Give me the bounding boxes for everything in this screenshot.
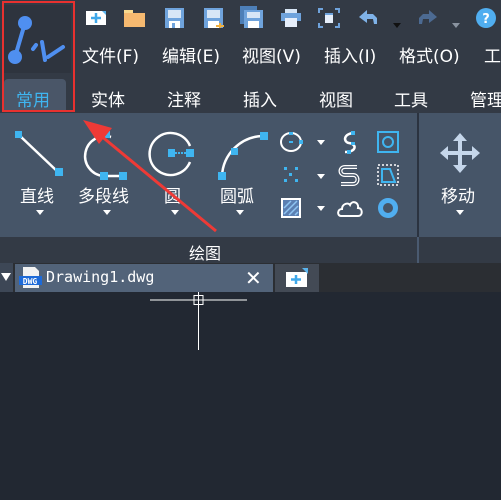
move-tool-button[interactable]: 移动 bbox=[432, 125, 488, 220]
panel-title-separator bbox=[417, 237, 419, 263]
close-tab-icon[interactable]: ✕ bbox=[245, 266, 262, 290]
donut-tool-button[interactable] bbox=[376, 196, 400, 220]
spline-tool-button[interactable] bbox=[337, 130, 363, 156]
dropdown-triangle-icon bbox=[1, 273, 11, 281]
undo-icon[interactable] bbox=[357, 4, 381, 28]
open-folder-icon[interactable] bbox=[122, 4, 146, 28]
new-file-icon bbox=[286, 268, 308, 287]
menu-insert[interactable]: 插入(I) bbox=[324, 42, 376, 67]
panel-title-bar bbox=[0, 237, 501, 263]
wipeout-tool-button[interactable] bbox=[376, 163, 400, 187]
circle-dropdown-icon[interactable] bbox=[171, 210, 179, 215]
polyline-tool-label: 多段线 bbox=[78, 187, 129, 207]
revcloud-tool-button[interactable] bbox=[337, 196, 363, 220]
revcloud-s-icon bbox=[338, 165, 360, 186]
tab-solid[interactable]: 实体 bbox=[91, 86, 125, 111]
menu-file[interactable]: 文件(F) bbox=[82, 42, 139, 67]
arc-dropdown-icon[interactable] bbox=[236, 210, 244, 215]
circle-icon bbox=[148, 131, 194, 177]
tab-annotate[interactable]: 注释 bbox=[167, 86, 201, 111]
menu-bar: 文件(F) 编辑(E) 视图(V) 插入(I) 格式(O) 工 bbox=[0, 36, 501, 72]
document-list-button[interactable] bbox=[0, 263, 13, 292]
point-tool-button[interactable] bbox=[279, 163, 307, 187]
ellipse-dropdown-icon[interactable] bbox=[317, 140, 325, 145]
save-all-icon[interactable] bbox=[239, 4, 263, 28]
move-tool-label: 移动 bbox=[441, 187, 475, 207]
revcloud-icon bbox=[337, 201, 363, 217]
revcloud-s-tool-button[interactable] bbox=[337, 163, 363, 189]
svg-text:?: ? bbox=[482, 12, 490, 27]
polyline-dropdown-icon[interactable] bbox=[103, 210, 111, 215]
wipeout-icon bbox=[377, 164, 399, 186]
redo-icon[interactable] bbox=[415, 4, 439, 28]
new-document-tab-button[interactable] bbox=[275, 264, 319, 292]
tab-view[interactable]: 视图 bbox=[319, 86, 353, 111]
save-as-icon[interactable] bbox=[201, 4, 225, 30]
crosshair-cursor-icon bbox=[150, 292, 247, 350]
zoom-extents-icon[interactable] bbox=[316, 4, 340, 28]
hatch-dropdown-icon[interactable] bbox=[317, 206, 325, 211]
quick-access-toolbar: ? bbox=[0, 0, 501, 34]
menu-format[interactable]: 格式(O) bbox=[399, 42, 460, 67]
hatch-tool-button[interactable] bbox=[279, 196, 307, 220]
line-dropdown-icon[interactable] bbox=[36, 210, 44, 215]
polyline-icon bbox=[83, 131, 127, 180]
menu-tools[interactable]: 工 bbox=[484, 42, 501, 67]
move-dropdown-icon[interactable] bbox=[456, 210, 464, 215]
redo-dropdown-icon[interactable] bbox=[452, 14, 460, 33]
dwg-file-icon: DWG bbox=[19, 267, 42, 288]
arc-icon bbox=[218, 132, 268, 180]
new-file-icon[interactable] bbox=[83, 4, 107, 28]
menu-edit[interactable]: 编辑(E) bbox=[162, 42, 220, 67]
tab-tools[interactable]: 工具 bbox=[394, 86, 428, 111]
line-icon bbox=[15, 131, 63, 176]
print-icon[interactable] bbox=[278, 4, 302, 28]
hatch-icon bbox=[281, 198, 301, 218]
line-tool-label: 直线 bbox=[20, 187, 54, 207]
tab-manage[interactable]: 管理 bbox=[470, 86, 501, 111]
tab-insert[interactable]: 插入 bbox=[243, 86, 277, 111]
help-icon[interactable]: ? bbox=[474, 4, 498, 28]
spline-icon bbox=[343, 131, 356, 154]
circle-tool-label: 圆 bbox=[164, 187, 181, 207]
drawing-canvas[interactable] bbox=[0, 292, 501, 500]
region-icon bbox=[377, 131, 399, 153]
menu-view[interactable]: 视图(V) bbox=[242, 42, 301, 67]
arc-tool-label: 圆弧 bbox=[220, 187, 254, 207]
document-tab-title: Drawing1.dwg bbox=[46, 268, 155, 286]
save-icon[interactable] bbox=[162, 4, 186, 28]
point-dropdown-icon[interactable] bbox=[317, 174, 325, 179]
donut-icon bbox=[378, 198, 398, 218]
ellipse-icon bbox=[280, 132, 303, 152]
point-icon bbox=[284, 167, 298, 182]
move-icon bbox=[440, 133, 480, 173]
region-tool-button[interactable] bbox=[376, 130, 400, 154]
undo-dropdown-icon[interactable] bbox=[393, 14, 401, 33]
ellipse-tool-button[interactable] bbox=[279, 130, 307, 154]
highlight-annotation-box bbox=[2, 1, 75, 112]
svg-text:DWG: DWG bbox=[23, 277, 38, 286]
draw-panel-title[interactable]: 绘图 bbox=[189, 240, 221, 264]
